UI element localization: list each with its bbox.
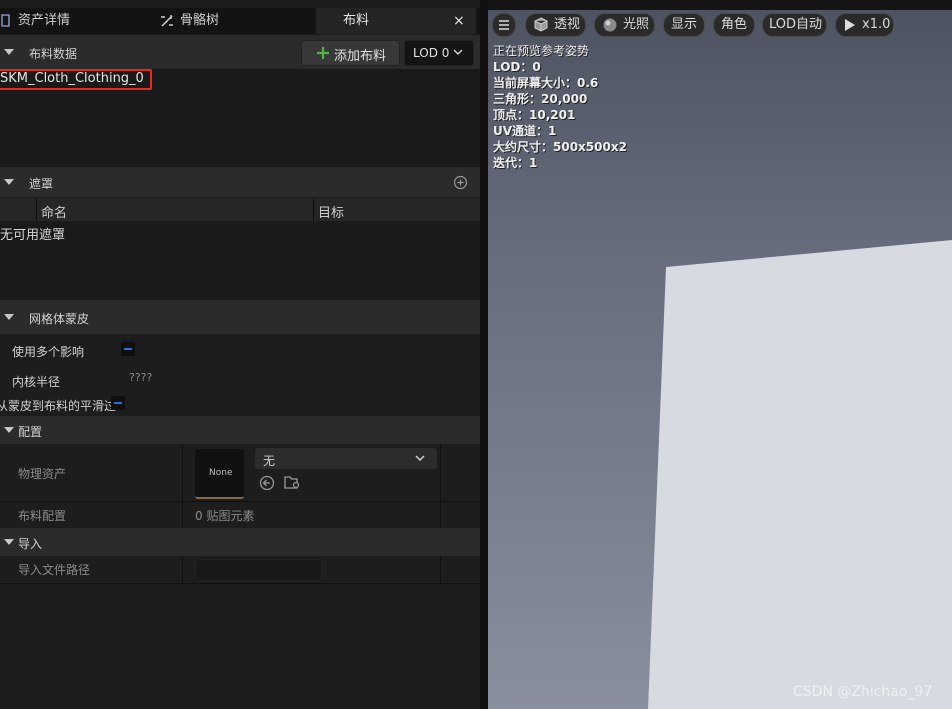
collapse-caret-icon [4, 49, 14, 55]
physics-asset-thumbnail[interactable]: None [195, 449, 244, 499]
col-name-header[interactable]: 命名 [41, 202, 67, 221]
use-multiple-label: 使用多个影响 [12, 345, 85, 359]
info-line: 顶点：10,201 [493, 108, 576, 122]
cloth-config-value: 0 贴图元素 [195, 509, 255, 523]
tab-skeleton-tree[interactable]: 骨骼树 [150, 8, 315, 34]
thumbnail-none-text: None [209, 468, 233, 478]
hamburger-icon [499, 20, 509, 30]
config-title: 配置 [18, 425, 43, 439]
chevron-down-icon [453, 49, 463, 56]
physics-asset-value: 无 [263, 454, 276, 468]
collapse-caret-icon [4, 179, 14, 185]
viewport[interactable]: 透视 光照 显示 角色 LOD自动 x1.0 正在预览参考姿势 LOD：0 当前… [488, 10, 952, 709]
collapse-caret-icon [4, 539, 14, 545]
asset-details-icon [1, 14, 10, 27]
show-label: 显示 [671, 17, 698, 32]
physics-asset-dropdown[interactable]: 无 [255, 448, 437, 469]
import-title: 导入 [18, 537, 43, 551]
lighting-label: 光照 [623, 17, 650, 32]
character-label: 角色 [721, 17, 748, 32]
tab-asset-details[interactable]: 资产详情 [0, 8, 150, 34]
smooth-transition-label: 从蒙皮到布料的平滑过 [0, 399, 117, 413]
info-line: 正在预览参考姿势 [493, 44, 590, 58]
perspective-label: 透视 [554, 17, 581, 32]
cloth-data-header[interactable]: 布料数据 添加布料 LOD 0 [0, 35, 480, 69]
add-cloth-label: 添加布料 [334, 49, 387, 64]
watermark-text: CSDN @Zhichao_97 [793, 684, 933, 700]
tab-asset-details-label: 资产详情 [18, 13, 71, 28]
bone-icon [161, 15, 173, 27]
speed-label: x1.0 [862, 17, 891, 32]
panel-splitter[interactable] [480, 0, 488, 709]
sphere-icon [603, 18, 617, 32]
tab-bar: 资产详情 骨骼树 布料 × [0, 8, 480, 34]
plus-icon [317, 47, 329, 59]
cube-icon [534, 17, 548, 32]
import-body: 导入文件路径 [0, 556, 480, 583]
viewport-menu-button[interactable] [492, 13, 516, 37]
masks-list: 无可用遮罩 [0, 221, 480, 298]
info-line: 三角形：20,000 [493, 92, 588, 106]
config-header[interactable]: 配置 [0, 416, 480, 444]
use-multiple-checkbox[interactable] [121, 342, 135, 356]
details-panel: 资产详情 骨骼树 布料 × 布料数据 添加布料 LOD 0 SKM_Cloth_… [0, 0, 480, 709]
collapse-caret-icon [4, 314, 14, 320]
info-line: LOD：0 [493, 60, 541, 74]
physics-asset-label: 物理资产 [18, 467, 67, 481]
kernel-radius-value[interactable]: ???? [129, 371, 152, 384]
chevron-down-icon [415, 455, 425, 462]
mesh-skinning-title: 网格体蒙皮 [29, 312, 90, 326]
mesh-skinning-header[interactable]: 网格体蒙皮 [0, 300, 480, 334]
lod-auto-button[interactable]: LOD自动 [762, 13, 827, 37]
lighting-button[interactable]: 光照 [594, 13, 655, 37]
use-selected-arrow-icon[interactable] [259, 475, 275, 491]
info-line: 大约尺寸：500x500x2 [493, 140, 627, 154]
lod-dropdown[interactable]: LOD 0 [404, 40, 474, 66]
masks-table-header: 命名 目标 [0, 198, 480, 221]
info-line: UV通道：1 [493, 124, 557, 138]
tab-close-icon[interactable]: × [453, 8, 465, 34]
masks-header[interactable]: 遮罩 [0, 167, 480, 197]
lod-dropdown-value: LOD 0 [413, 46, 450, 60]
tab-clothing[interactable]: 布料 × [316, 8, 476, 34]
tab-skeleton-tree-label: 骨骼树 [180, 13, 220, 28]
add-circle-icon[interactable] [453, 175, 468, 190]
tab-clothing-label: 布料 [343, 13, 370, 28]
browse-folder-icon[interactable] [284, 474, 302, 491]
col-target-header[interactable]: 目标 [318, 202, 344, 221]
playback-speed-button[interactable]: x1.0 [835, 13, 894, 37]
lod-auto-label: LOD自动 [769, 17, 823, 32]
import-header[interactable]: 导入 [0, 528, 480, 556]
character-button[interactable]: 角色 [713, 13, 755, 37]
cloth-list: SKM_Cloth_Clothing_0 [0, 69, 480, 165]
kernel-radius-label: 内核半径 [12, 375, 61, 389]
import-path-field[interactable] [195, 559, 322, 581]
add-cloth-button[interactable]: 添加布料 [301, 40, 400, 66]
perspective-button[interactable]: 透视 [525, 13, 586, 37]
mesh-skinning-body: 使用多个影响 内核半径 ???? 从蒙皮到布料的平滑过 [0, 334, 480, 416]
import-path-label: 导入文件路径 [18, 563, 91, 577]
config-body: 物理资产 None 无 布料配置 0 贴图元素 [0, 444, 480, 528]
masks-empty-text: 无可用遮罩 [0, 228, 66, 243]
masks-title: 遮罩 [29, 177, 54, 191]
show-button[interactable]: 显示 [663, 13, 705, 37]
cloth-config-label: 布料配置 [18, 509, 67, 523]
info-line: 迭代：1 [493, 156, 538, 170]
cloth-list-item[interactable]: SKM_Cloth_Clothing_0 [0, 71, 144, 86]
cloth-data-title: 布料数据 [29, 47, 78, 61]
smooth-transition-checkbox[interactable] [111, 396, 125, 410]
collapse-caret-icon [4, 427, 14, 433]
info-line: 当前屏幕大小：0.6 [493, 76, 599, 90]
play-icon [845, 19, 855, 31]
